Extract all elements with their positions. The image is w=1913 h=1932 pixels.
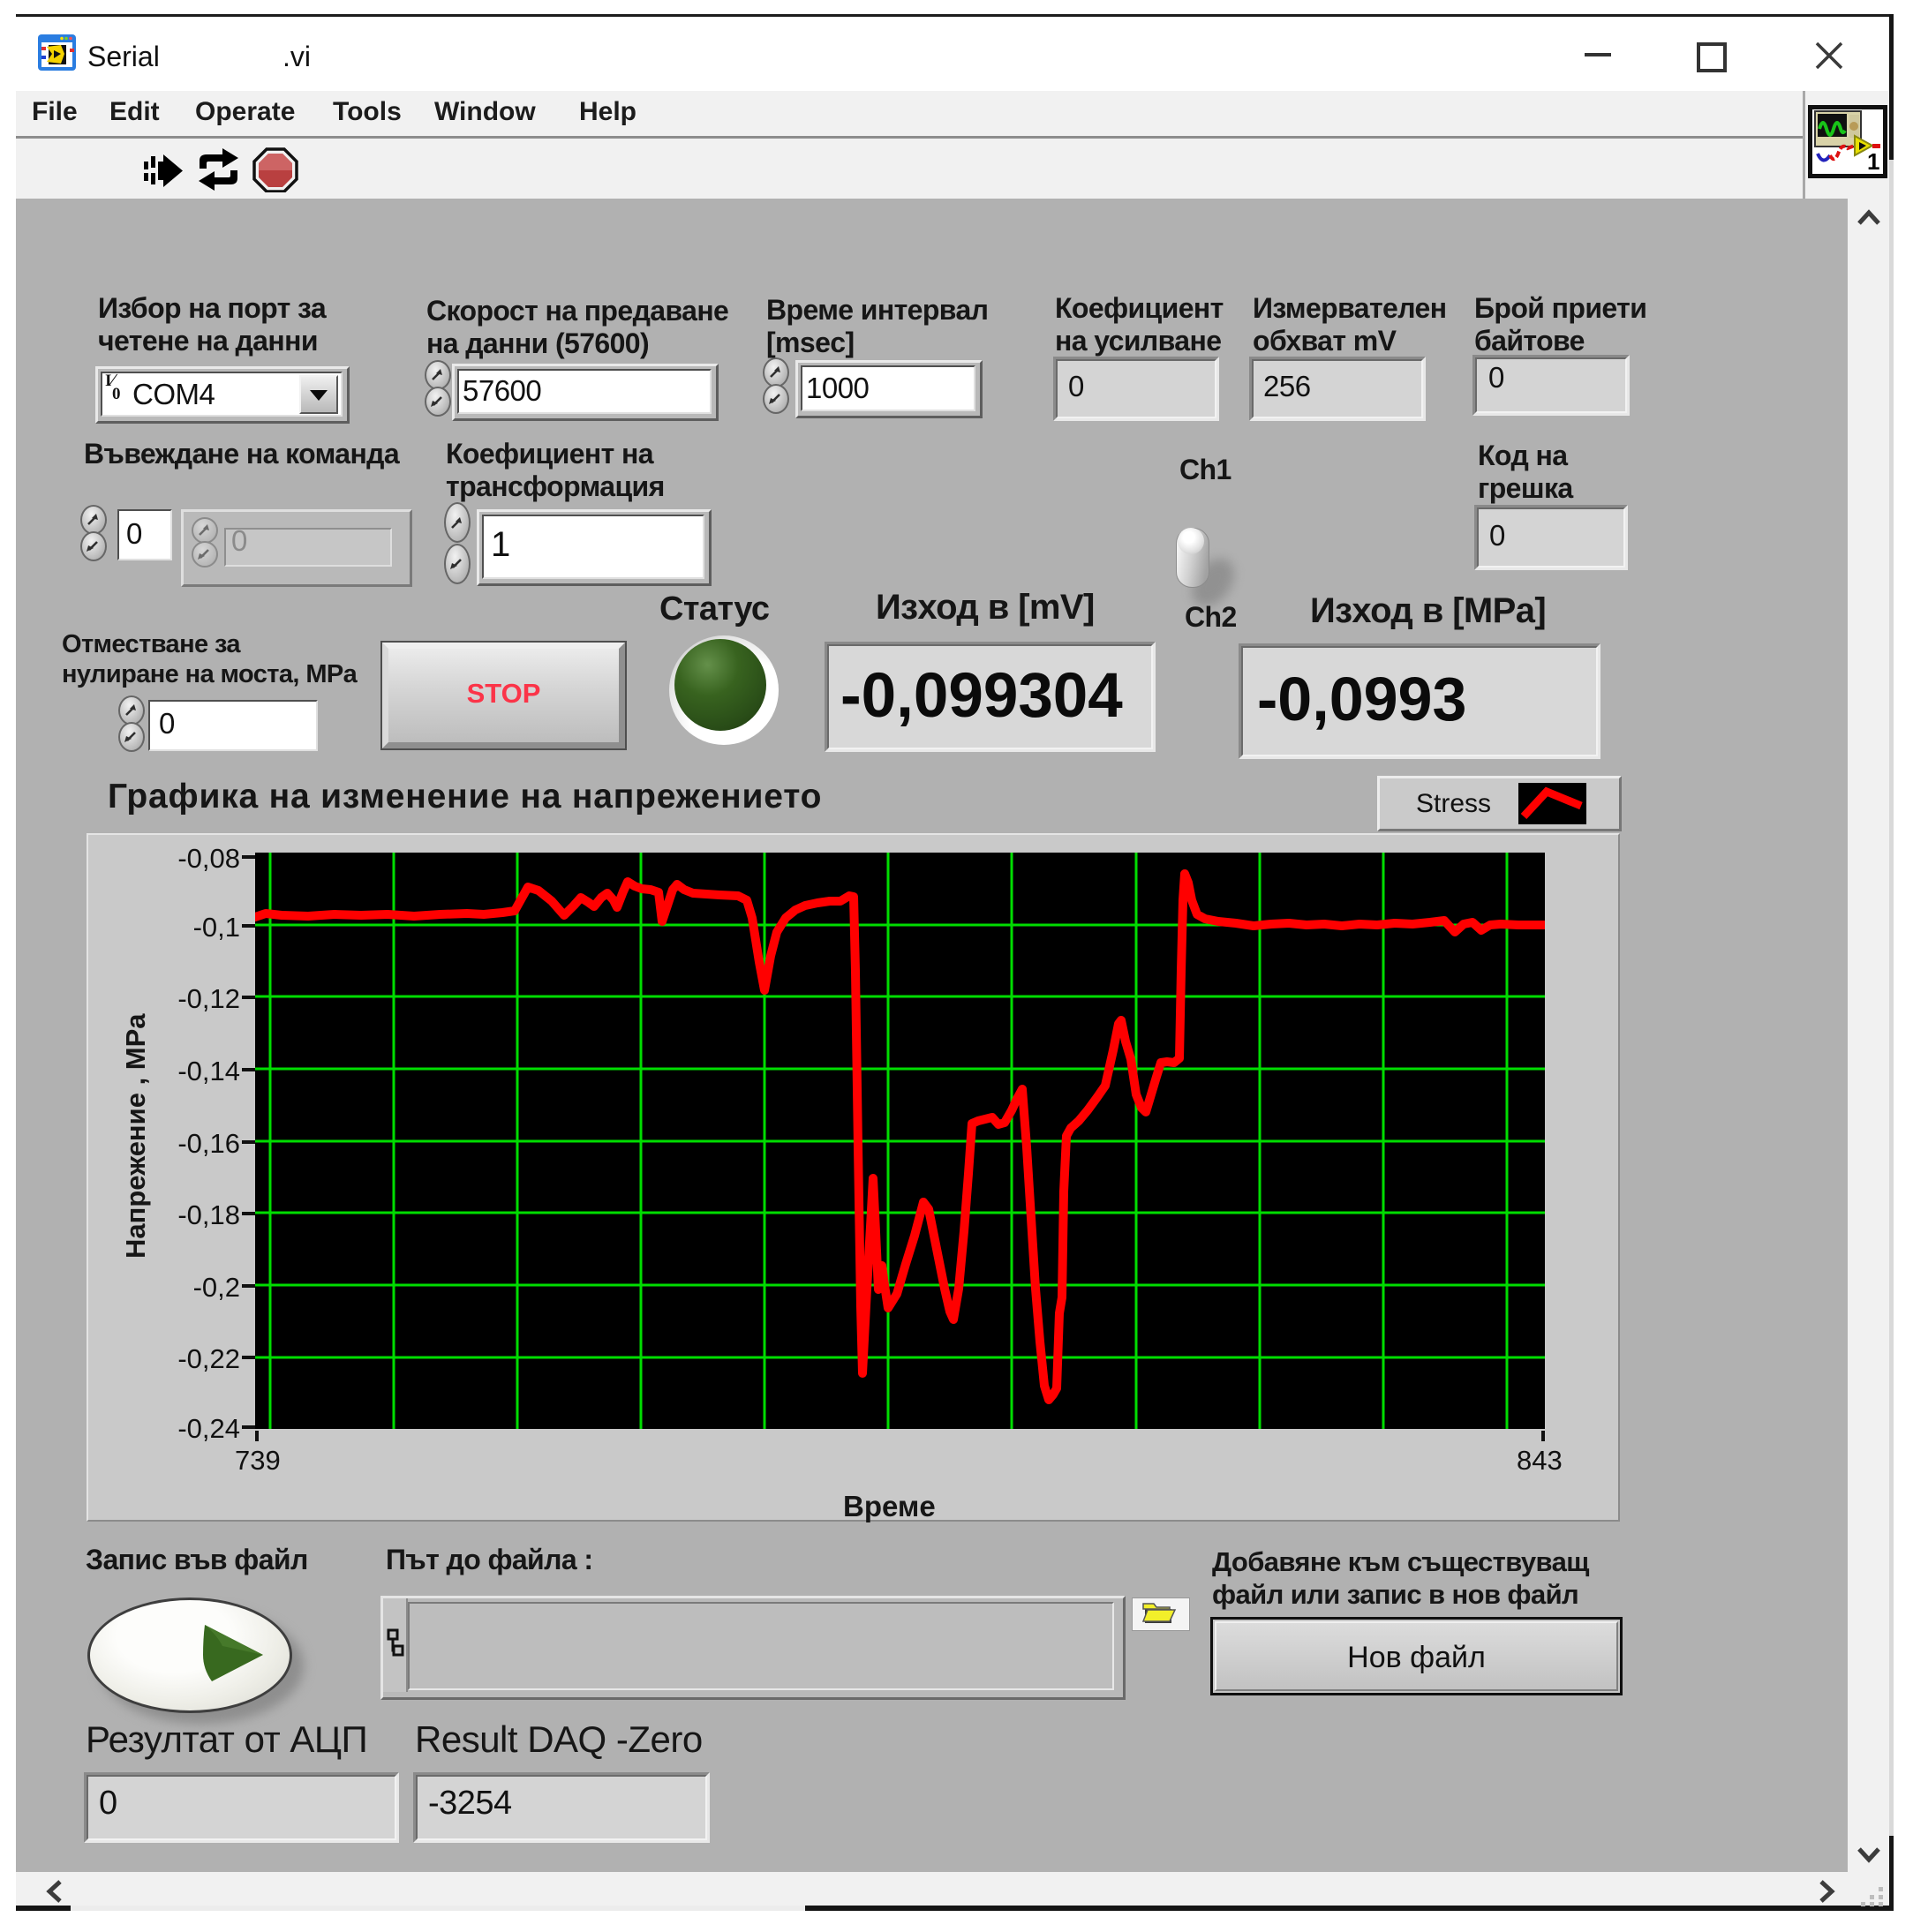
svg-text:1: 1 [1867,148,1879,174]
